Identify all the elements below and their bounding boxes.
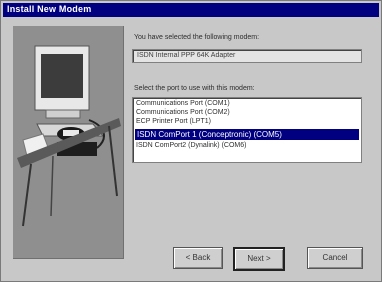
port-item[interactable]: Communications Port (COM1) (136, 100, 230, 107)
next-button[interactable]: Next > (233, 247, 285, 271)
title-bar[interactable]: Install New Modem (3, 3, 379, 17)
computer-modem-phone-illustration (13, 26, 124, 259)
back-button[interactable]: < Back (173, 247, 223, 269)
selected-modem-label: You have selected the following modem: (134, 34, 260, 41)
port-item[interactable]: ISDN ComPort2 (Dynalink) (COM6) (136, 142, 246, 149)
port-list[interactable]: Communications Port (COM1) Communication… (132, 97, 362, 163)
cancel-button[interactable]: Cancel (307, 247, 363, 269)
illustration-graphic (17, 45, 121, 227)
selected-modem-field: ISDN Internal PPP 64K Adapter (132, 49, 362, 63)
install-new-modem-dialog: Install New Modem You have selected the … (0, 0, 382, 282)
port-item[interactable]: ECP Printer Port (LPT1) (136, 118, 211, 125)
selected-modem-value: ISDN Internal PPP 64K Adapter (137, 52, 236, 59)
port-item-selected[interactable]: ISDN ComPort 1 (Conceptronic) (COM5) (135, 129, 359, 140)
port-item[interactable]: Communications Port (COM2) (136, 109, 230, 116)
window-title: Install New Modem (7, 4, 92, 14)
port-select-label: Select the port to use with this modem: (134, 85, 255, 92)
